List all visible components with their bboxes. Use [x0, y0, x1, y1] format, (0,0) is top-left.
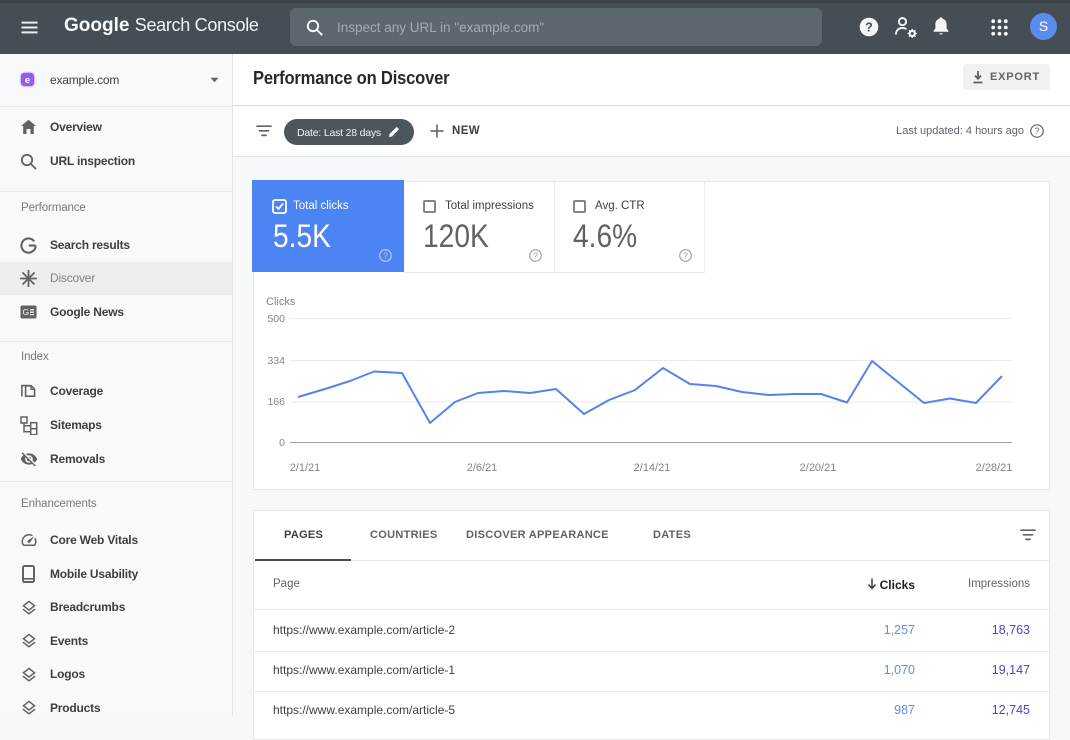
svg-text:166: 166 [267, 396, 285, 408]
svg-text:500: 500 [267, 313, 285, 325]
svg-text:334: 334 [267, 355, 285, 367]
svg-text:?: ? [1034, 126, 1039, 136]
svg-text:?: ? [533, 251, 538, 261]
svg-text:G: G [23, 307, 30, 317]
svg-text:2/1/21: 2/1/21 [290, 462, 321, 474]
svg-text:?: ? [683, 251, 688, 261]
svg-text:2/14/21: 2/14/21 [634, 462, 671, 474]
svg-text:2/6/21: 2/6/21 [467, 462, 498, 474]
svg-text:?: ? [865, 21, 873, 35]
svg-text:e: e [25, 75, 30, 86]
svg-text:?: ? [383, 251, 388, 261]
svg-text:2/28/21: 2/28/21 [976, 462, 1013, 474]
svg-text:0: 0 [279, 437, 285, 449]
svg-text:2/20/21: 2/20/21 [800, 462, 837, 474]
